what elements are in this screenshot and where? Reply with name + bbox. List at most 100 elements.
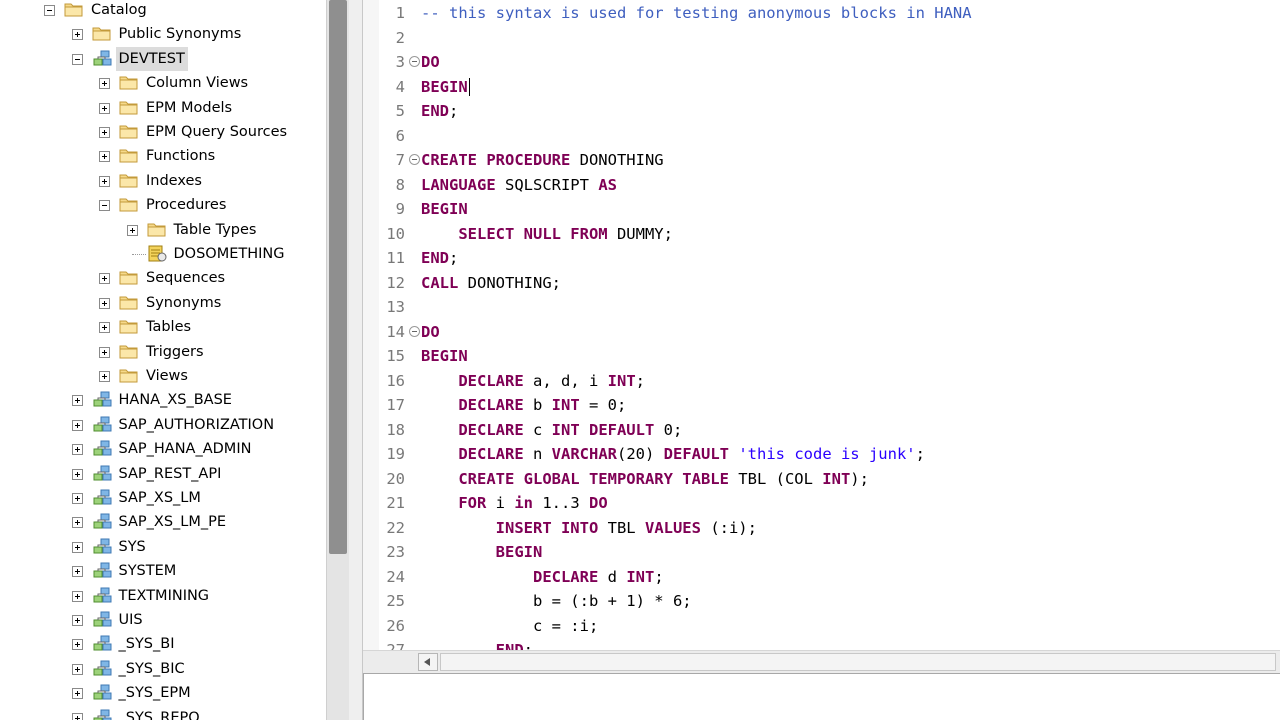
tree-node-label[interactable]: TEXTMINING <box>116 584 213 608</box>
expand-icon[interactable] <box>99 127 110 138</box>
expand-icon[interactable] <box>71 639 83 651</box>
tree-scrollbar-thumb[interactable] <box>329 0 347 554</box>
tree-vertical-scrollbar[interactable] <box>326 0 349 720</box>
tree-node-label[interactable]: Functions <box>143 144 218 168</box>
scroll-left-arrow-icon[interactable] <box>418 653 438 671</box>
tree-node-label[interactable]: Column Views <box>143 71 251 95</box>
tree-node-label[interactable]: UIS <box>116 608 146 632</box>
code-line[interactable]: 13 <box>379 295 1269 320</box>
code-line[interactable]: 18 DECLARE c INT DEFAULT 0; <box>379 418 1269 443</box>
tree-node[interactable]: Table Types <box>0 218 326 242</box>
code-line[interactable]: 8 LANGUAGE SQLSCRIPT AS <box>379 173 1269 198</box>
tree-node[interactable]: SAP_REST_API <box>0 462 326 486</box>
expand-icon[interactable] <box>71 468 83 480</box>
tree-node[interactable]: Indexes <box>0 169 326 193</box>
expand-icon[interactable] <box>71 419 83 431</box>
expand-icon[interactable] <box>71 590 83 602</box>
code-line[interactable]: 5 END; <box>379 99 1269 124</box>
tree-node[interactable]: SYSTEM <box>0 559 326 583</box>
tree-node-label[interactable]: DEVTEST <box>115 46 188 71</box>
sql-editor[interactable]: 1 -- this syntax is used for testing anon… <box>363 0 1280 650</box>
tree-node[interactable]: Views <box>0 364 326 388</box>
tree-node[interactable]: SYS <box>0 535 326 559</box>
tree-node-label[interactable]: SAP_HANA_ADMIN <box>116 437 255 461</box>
tree-node-label[interactable]: SYSTEM <box>116 559 180 583</box>
fold-collapse-icon[interactable] <box>409 56 420 67</box>
code-line[interactable]: 24 DECLARE d INT; <box>379 565 1269 590</box>
code-line[interactable]: 15 BEGIN <box>379 344 1269 369</box>
code-line[interactable]: 1 -- this syntax is used for testing anon… <box>379 1 1269 26</box>
tree-node-label[interactable]: SYS <box>116 535 149 559</box>
tree-node[interactable]: _SYS_EPM <box>0 681 326 705</box>
editor-horizontal-scrollbar[interactable] <box>363 650 1280 673</box>
code-line[interactable]: 20 CREATE GLOBAL TEMPORARY TABLE TBL (CO… <box>379 467 1269 492</box>
code-line[interactable]: 21 FOR i in 1..3 DO <box>379 491 1269 516</box>
code-line[interactable]: 4 BEGIN <box>379 75 1269 100</box>
expand-icon[interactable] <box>71 663 83 675</box>
tree-node-label[interactable]: Tables <box>143 315 194 339</box>
expand-icon[interactable] <box>71 541 83 553</box>
code-line[interactable]: 27 END; <box>379 638 1269 650</box>
expand-icon[interactable] <box>99 175 110 187</box>
expand-icon[interactable] <box>99 102 110 114</box>
tree-node-label[interactable]: _SYS_BI <box>116 632 178 656</box>
expand-icon[interactable] <box>99 297 110 309</box>
expand-icon[interactable] <box>71 688 83 700</box>
tree-node[interactable]: Triggers <box>0 340 326 364</box>
tree-node-label[interactable]: Indexes <box>143 169 205 193</box>
expand-icon[interactable] <box>71 517 83 529</box>
code-line[interactable]: 11 END; <box>379 246 1269 271</box>
tree-node[interactable]: SAP_HANA_ADMIN <box>0 437 326 461</box>
expand-icon[interactable] <box>126 224 138 236</box>
tree-node-label[interactable]: EPM Models <box>143 96 235 120</box>
expand-icon[interactable] <box>71 395 83 407</box>
tree-node[interactable]: EPM Query Sources <box>0 120 326 144</box>
tree-node[interactable]: SAP_AUTHORIZATION <box>0 413 326 437</box>
tree-node[interactable]: _SYS_BI <box>0 632 326 656</box>
tree-node-label[interactable]: Catalog <box>88 0 150 22</box>
expand-icon[interactable] <box>99 322 110 334</box>
tree-node[interactable]: _SYS_REPO <box>0 706 326 720</box>
code-line[interactable]: 10 SELECT NULL FROM DUMMY; <box>379 222 1269 247</box>
code-line[interactable]: 3 DO <box>379 50 1269 75</box>
tree-node-label[interactable]: Views <box>143 364 191 388</box>
code-line[interactable]: 12 CALL DONOTHING; <box>379 271 1269 296</box>
expand-icon[interactable] <box>99 346 110 358</box>
tree-node-label[interactable]: SAP_REST_API <box>116 462 225 486</box>
tree-node[interactable]: Public Synonyms <box>0 22 326 46</box>
collapse-icon[interactable] <box>71 53 83 65</box>
tree-node-label[interactable]: EPM Query Sources <box>143 120 290 144</box>
fold-collapse-icon[interactable] <box>409 154 420 165</box>
tree-node-label[interactable]: DOSOMETHING <box>171 242 288 266</box>
tree-node[interactable]: Procedures <box>0 193 326 217</box>
code-line[interactable]: 19 DECLARE n VARCHAR(20) DEFAULT 'this c… <box>379 442 1269 467</box>
tree-node-label[interactable]: Synonyms <box>143 291 224 315</box>
catalog-tree[interactable]: Catalog Public Synonyms DEVTEST Column View… <box>0 0 326 720</box>
code-line[interactable]: 14 DO <box>379 320 1269 345</box>
expand-icon[interactable] <box>71 566 83 578</box>
tree-node-label[interactable]: Procedures <box>143 193 229 217</box>
collapse-icon[interactable] <box>44 5 55 16</box>
pane-sash[interactable] <box>349 0 363 720</box>
tree-node[interactable]: Catalog <box>0 0 326 22</box>
code-line[interactable]: 17 DECLARE b INT = 0; <box>379 393 1269 418</box>
tree-node-label[interactable]: _SYS_REPO <box>116 706 203 720</box>
tree-node[interactable]: Sequences <box>0 266 326 290</box>
tree-node[interactable]: _SYS_BIC <box>0 657 326 681</box>
tree-node-label[interactable]: SAP_XS_LM_PE <box>116 510 230 534</box>
expand-icon[interactable] <box>71 493 83 504</box>
code-line[interactable]: 7 CREATE PROCEDURE DONOTHING <box>379 148 1269 173</box>
expand-icon[interactable] <box>71 29 83 41</box>
tree-node-label[interactable]: _SYS_EPM <box>116 681 194 705</box>
code-line[interactable]: 9 BEGIN <box>379 197 1269 222</box>
expand-icon[interactable] <box>71 444 83 456</box>
tree-node[interactable]: HANA_XS_BASE <box>0 388 326 412</box>
code-line[interactable]: 26 c = :i; <box>379 614 1269 639</box>
tree-node[interactable]: TEXTMINING <box>0 584 326 608</box>
expand-icon[interactable] <box>99 151 110 163</box>
horizontal-scrollbar-thumb[interactable] <box>440 653 1276 671</box>
tree-node-label[interactable]: HANA_XS_BASE <box>116 388 235 412</box>
tree-node-label[interactable]: Triggers <box>143 340 207 364</box>
tree-node[interactable]: Tables <box>0 315 326 339</box>
expand-icon[interactable] <box>71 615 83 626</box>
